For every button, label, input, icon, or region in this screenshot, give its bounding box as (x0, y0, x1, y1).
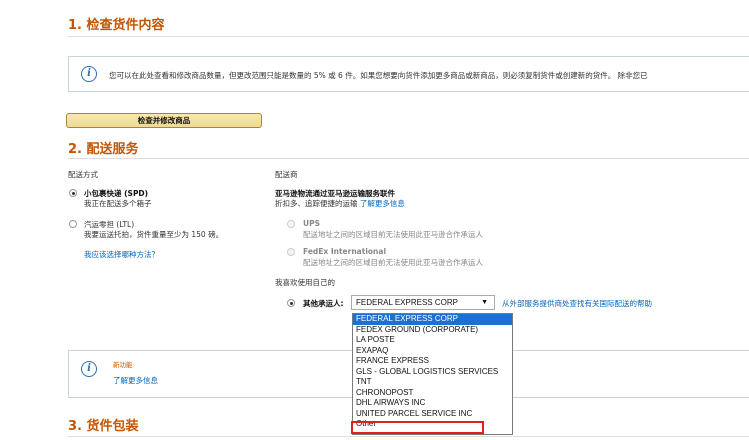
dropdown-option[interactable]: CHRONOPOST (353, 388, 512, 399)
divider (68, 436, 749, 437)
divider (68, 36, 749, 37)
section-3-title: 3. 货件包装 (68, 419, 139, 434)
dropdown-option[interactable]: FEDERAL EXPRESS CORP (353, 314, 512, 325)
shipping-method-heading: 配送方式 (68, 170, 98, 179)
ups-sub: 配送地址之间的区域目前无法使用此亚马逊合作承运人 (303, 230, 483, 239)
dropdown-option[interactable]: UNITED PARCEL SERVICE INC (353, 409, 512, 420)
carrier-select[interactable]: FEDERAL EXPRESS CORP ▼ (351, 295, 495, 310)
ltl-sub: 我要运送托拍，货件重量至少为 150 磅。 (84, 230, 224, 239)
check-modify-items-button[interactable]: 检查并修改商品 (66, 113, 262, 128)
chevron-down-icon: ▼ (481, 299, 488, 306)
dropdown-option[interactable]: FRANCE EXPRESS (353, 356, 512, 367)
info-icon: i (81, 66, 97, 82)
new-feature-learn-more-link[interactable]: 了解更多信息 (113, 375, 158, 386)
radio-other-carrier[interactable] (287, 299, 295, 307)
carrier-heading: 配送商 (275, 170, 298, 179)
dropdown-option[interactable]: LA POSTE (353, 335, 512, 346)
partnered-learn-more-link[interactable]: 了解更多信息 (360, 199, 405, 208)
carrier-select-value: FEDERAL EXPRESS CORP (356, 298, 458, 307)
info-icon: i (81, 361, 97, 377)
partnered-sub: 折扣多、追踪便捷的运输 了解更多信息 (275, 198, 405, 209)
partnered-sub-text: 折扣多、追踪便捷的运输 (275, 199, 358, 208)
info-bar: i 您可以在此处查看和修改商品数量，但更改范围只能是数量的 5% 或 6 件。如… (68, 56, 749, 92)
fedex-intl-sub: 配送地址之间的区域目前无法使用此亚马逊合作承运人 (303, 258, 483, 267)
new-feature-badge: 新功能 (113, 361, 133, 369)
method-help-link[interactable]: 我应该选择哪种方法？ (84, 249, 159, 260)
spd-sub: 我正在配送多个箱子 (84, 199, 152, 208)
section-2-title: 2. 配送服务 (68, 142, 139, 157)
dropdown-option[interactable]: TNT (353, 377, 512, 388)
info-text: 您可以在此处查看和修改商品数量，但更改范围只能是数量的 5% 或 6 件。如果您… (109, 71, 648, 80)
other-carrier-label: 其他承运人: (303, 299, 344, 308)
radio-fedex-international[interactable] (287, 248, 295, 256)
other-option-highlight (351, 421, 484, 434)
dropdown-option[interactable]: GLS - GLOBAL LOGISTICS SERVICES (353, 367, 512, 378)
fedex-intl-label: FedEx International (303, 247, 387, 256)
carrier-dropdown-list[interactable]: FEDERAL EXPRESS CORP FEDEX GROUND (CORPO… (352, 313, 513, 435)
ups-label: UPS (303, 219, 320, 228)
section-1-title: 1. 检查货件内容 (68, 18, 165, 33)
own-carrier-heading: 我喜欢使用自己的 (275, 278, 335, 287)
divider (68, 158, 749, 159)
radio-ups[interactable] (287, 220, 295, 228)
radio-spd[interactable] (69, 189, 77, 197)
radio-ltl[interactable] (69, 220, 77, 228)
dropdown-option[interactable]: FEDEX GROUND (CORPORATE) (353, 325, 512, 336)
international-help-link[interactable]: 从外部服务提供商处查找有关国际配送的帮助 (502, 298, 652, 309)
dropdown-option[interactable]: EXAPAQ (353, 346, 512, 357)
dropdown-option[interactable]: DHL AIRWAYS INC (353, 398, 512, 409)
